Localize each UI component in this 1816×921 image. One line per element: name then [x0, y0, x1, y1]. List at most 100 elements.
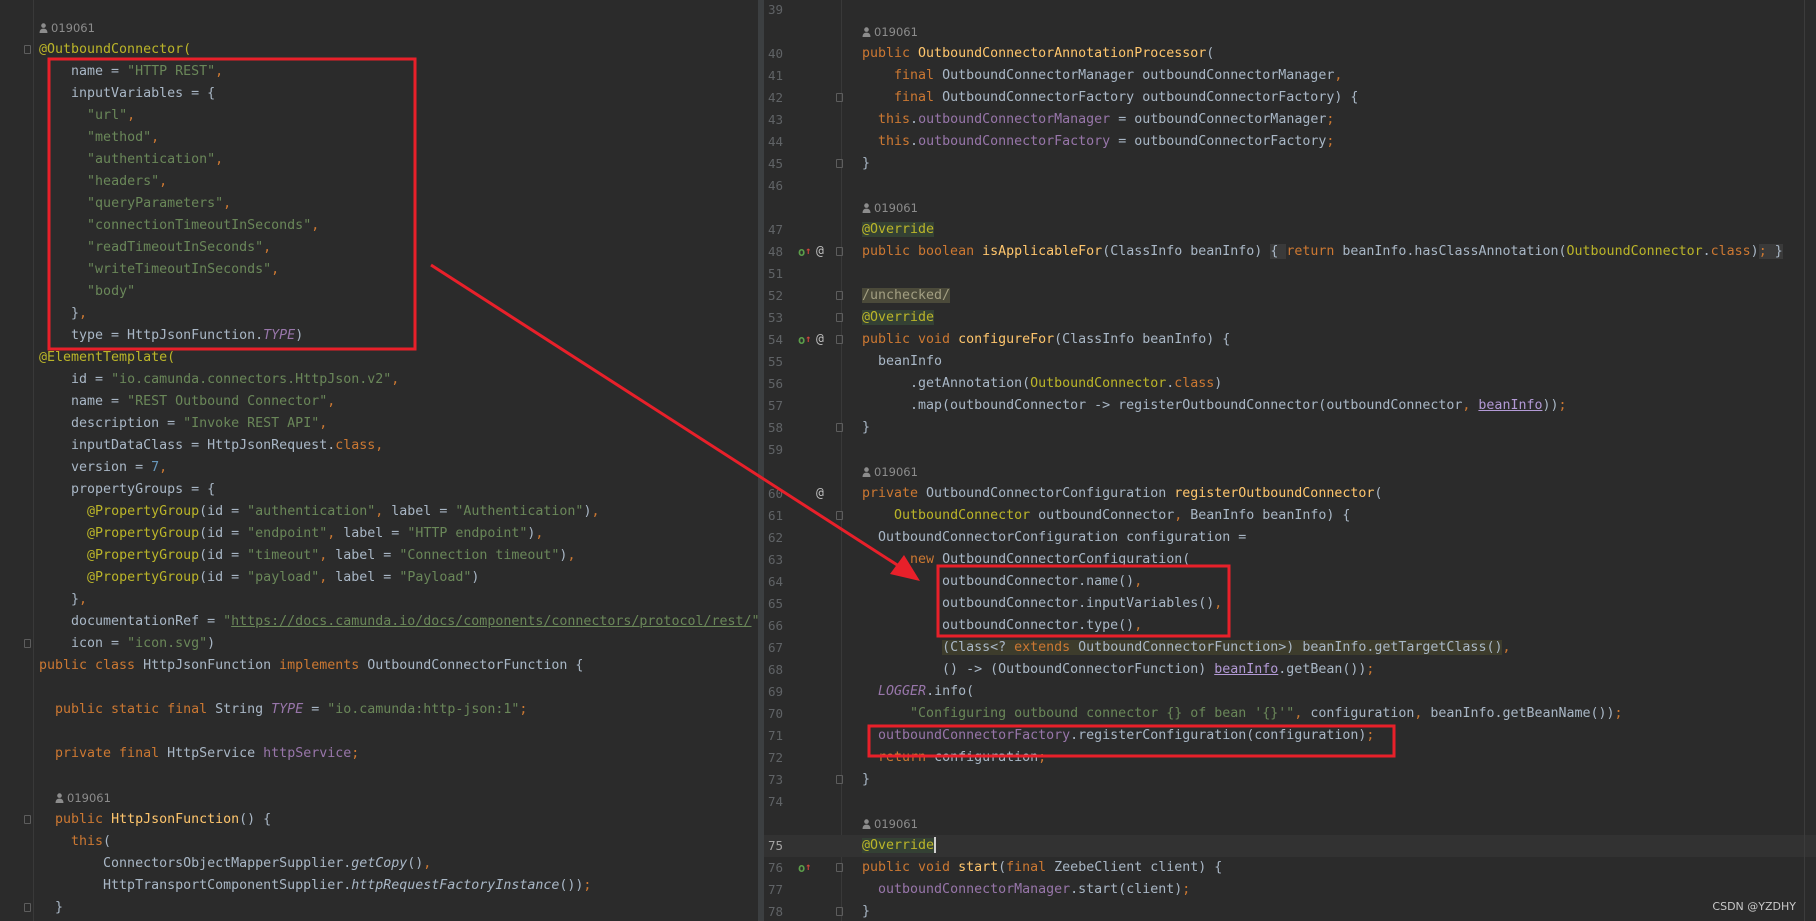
code-line[interactable]: 55 beanInfo — [764, 351, 1816, 373]
code-text[interactable]: description = "Invoke REST API", — [39, 413, 327, 435]
fold-toggle-icon[interactable] — [836, 291, 843, 300]
code-line[interactable]: inputVariables = { — [0, 83, 758, 105]
code-text[interactable]: OutboundConnector outboundConnector, Bea… — [862, 505, 1350, 527]
code-text[interactable]: new OutboundConnectorConfiguration( — [862, 549, 1190, 571]
code-line[interactable]: 47 @Override — [764, 219, 1816, 241]
code-line[interactable]: 48 o ↑ @ public boolean isApplicableFor(Clas… — [764, 241, 1816, 263]
code-line[interactable]: 39 — [764, 0, 1816, 21]
line-number[interactable]: 55 — [768, 351, 798, 373]
code-line[interactable]: type = HttpJsonFunction.TYPE) — [0, 325, 758, 347]
code-line[interactable]: name = "REST Outbound Connector", — [0, 391, 758, 413]
line-number[interactable]: 45 — [768, 153, 798, 175]
fold-toggle-icon[interactable] — [836, 775, 843, 784]
code-line[interactable]: 46 — [764, 175, 1816, 197]
code-line[interactable]: @ElementTemplate( — [0, 347, 758, 369]
fold-toggle-icon[interactable] — [836, 313, 843, 322]
line-number[interactable]: 66 — [768, 615, 798, 637]
code-line[interactable]: 78} — [764, 901, 1816, 921]
code-text[interactable]: inputDataClass = HttpJsonRequest.class, — [39, 435, 383, 457]
line-number[interactable]: 39 — [768, 0, 798, 21]
scrollbar-track[interactable] — [1804, 0, 1805, 921]
line-number[interactable]: 71 — [768, 725, 798, 747]
fold-toggle-icon[interactable] — [24, 815, 31, 824]
author-hint[interactable]: 019061 — [764, 197, 1816, 219]
fold-toggle-icon[interactable] — [836, 93, 843, 102]
code-text[interactable]: public boolean isApplicableFor(ClassInfo… — [862, 241, 1783, 263]
code-text[interactable]: @Override — [862, 307, 935, 329]
line-number[interactable]: 65 — [768, 593, 798, 615]
line-number[interactable]: 58 — [768, 417, 798, 439]
code-text[interactable]: propertyGroups = { — [39, 479, 215, 501]
code-line[interactable]: documentationRef = "https://docs.camunda… — [0, 611, 758, 633]
line-number[interactable]: 62 — [768, 527, 798, 549]
code-text[interactable]: HttpTransportComponentSupplier.httpReque… — [39, 875, 591, 897]
code-text[interactable]: return configuration; — [862, 747, 1046, 769]
line-number[interactable]: 52 — [768, 285, 798, 307]
code-line[interactable]: 67 (Class<? extends OutboundConnectorFun… — [764, 637, 1816, 659]
implements-method-icon[interactable]: o ↑ — [798, 857, 811, 879]
code-text[interactable]: outboundConnector.inputVariables(), — [862, 593, 1222, 615]
code-text[interactable]: version = 7, — [39, 457, 167, 479]
fold-toggle-icon[interactable] — [836, 247, 843, 256]
code-text[interactable]: } — [862, 769, 870, 791]
code-line[interactable]: 70 "Configuring outbound connector {} of… — [764, 703, 1816, 725]
code-text[interactable]: /unchecked/ — [862, 285, 951, 307]
line-number[interactable]: 73 — [768, 769, 798, 791]
line-number[interactable]: 56 — [768, 373, 798, 395]
code-line[interactable]: @PropertyGroup(id = "endpoint", label = … — [0, 523, 758, 545]
code-text[interactable]: final OutboundConnectorFactory outboundC… — [862, 87, 1358, 109]
line-number[interactable]: 43 — [768, 109, 798, 131]
code-text[interactable]: name = "HTTP REST", — [39, 61, 223, 83]
code-line[interactable]: 45} — [764, 153, 1816, 175]
code-text[interactable]: @OutboundConnector( — [39, 39, 191, 61]
code-line[interactable]: @PropertyGroup(id = "payload", label = "… — [0, 567, 758, 589]
code-line[interactable]: 69 LOGGER.info( — [764, 681, 1816, 703]
code-line[interactable] — [0, 721, 758, 743]
fold-toggle-icon[interactable] — [836, 335, 843, 344]
line-number[interactable]: 70 — [768, 703, 798, 725]
author-hint[interactable]: 019061 — [764, 461, 1816, 483]
code-line[interactable] — [0, 677, 758, 699]
fold-toggle-icon[interactable] — [24, 45, 31, 54]
code-text[interactable]: "readTimeoutInSeconds", — [39, 237, 271, 259]
fold-toggle-icon[interactable] — [24, 903, 31, 912]
code-line[interactable]: 75 @Override — [764, 835, 1816, 857]
code-text[interactable]: OutboundConnectorConfiguration configura… — [862, 527, 1246, 549]
author-annotation[interactable]: 019061 — [862, 813, 918, 835]
code-text[interactable]: outboundConnector.name(), — [862, 571, 1142, 593]
line-number[interactable]: 42 — [768, 87, 798, 109]
annotation-gutter-icon[interactable]: @ — [816, 329, 824, 351]
line-number[interactable]: 68 — [768, 659, 798, 681]
code-text[interactable]: "queryParameters", — [39, 193, 231, 215]
code-line[interactable]: propertyGroups = { — [0, 479, 758, 501]
code-line[interactable]: 71 outboundConnectorFactory.registerConf… — [764, 725, 1816, 747]
code-text[interactable]: ConnectorsObjectMapperSupplier.getCopy()… — [39, 853, 431, 875]
code-text[interactable]: }, — [39, 303, 87, 325]
code-text[interactable]: "Configuring outbound connector {} of be… — [862, 703, 1623, 725]
left-editor-pane[interactable]: 019061 @OutboundConnector( name = "HTTP R… — [0, 0, 758, 921]
code-text[interactable]: public void start(final ZeebeClient clie… — [862, 857, 1222, 879]
line-number[interactable]: 53 — [768, 307, 798, 329]
line-number[interactable]: 59 — [768, 439, 798, 461]
code-text[interactable]: "headers", — [39, 171, 167, 193]
code-text[interactable]: "body" — [39, 281, 135, 303]
line-number[interactable]: 57 — [768, 395, 798, 417]
code-line[interactable]: "url", — [0, 105, 758, 127]
code-text[interactable]: beanInfo — [862, 351, 942, 373]
code-line[interactable]: public static final String TYPE = "io.ca… — [0, 699, 758, 721]
line-number[interactable]: 40 — [768, 43, 798, 65]
code-text[interactable]: LOGGER.info( — [862, 681, 974, 703]
code-line[interactable]: 58} — [764, 417, 1816, 439]
line-number[interactable]: 78 — [768, 901, 798, 921]
line-number[interactable]: 47 — [768, 219, 798, 241]
code-line[interactable]: 57 .map(outboundConnector -> registerOut… — [764, 395, 1816, 417]
code-text[interactable]: outboundConnector.type(), — [862, 615, 1142, 637]
code-text[interactable]: @Override — [862, 835, 937, 857]
code-line[interactable]: "writeTimeoutInSeconds", — [0, 259, 758, 281]
code-text[interactable]: "url", — [39, 105, 135, 127]
code-line[interactable] — [0, 765, 758, 787]
code-line[interactable]: ConnectorsObjectMapperSupplier.getCopy()… — [0, 853, 758, 875]
code-text[interactable]: public HttpJsonFunction() { — [39, 809, 271, 831]
code-text[interactable]: outboundConnectorFactory.registerConfigu… — [862, 725, 1374, 747]
code-text[interactable]: } — [862, 417, 870, 439]
